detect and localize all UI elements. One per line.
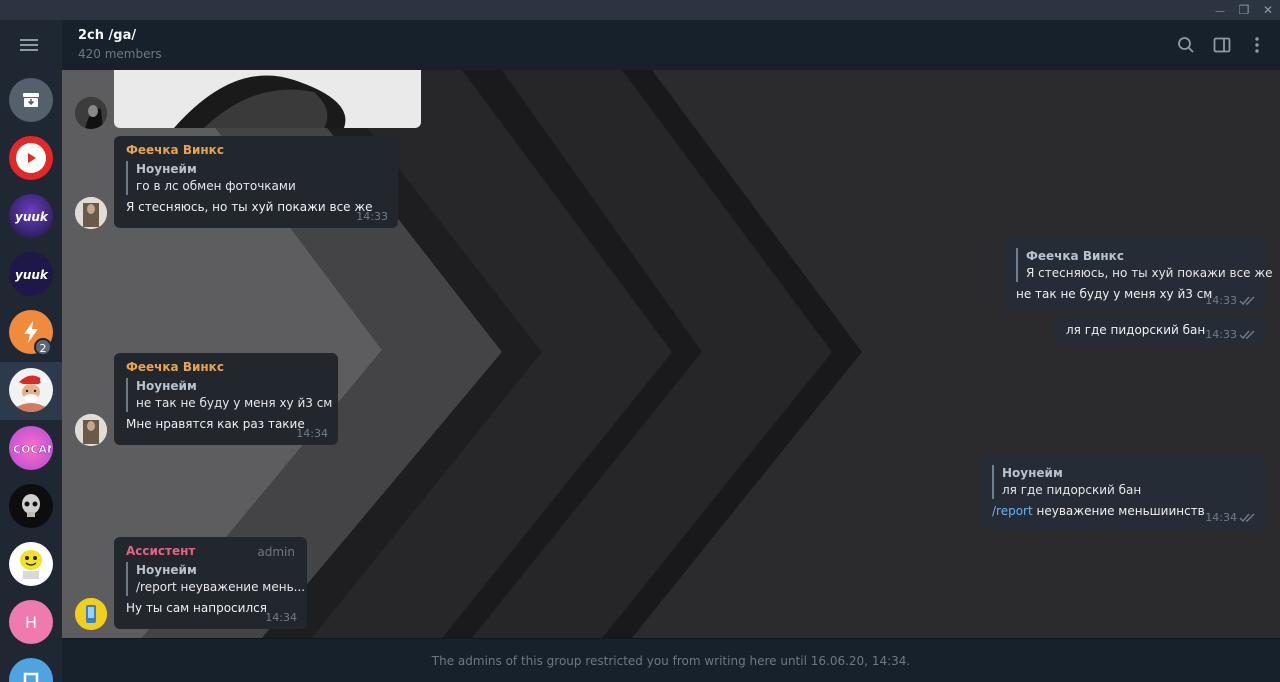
sidebar-chat-skull-chat[interactable] [0, 478, 62, 536]
play-button-avatar-icon [9, 136, 53, 180]
reply-author: Ноунейм [136, 379, 197, 393]
message-bubble-outgoing[interactable]: Ноунейм ля где пидорский бан /report неу… [980, 453, 1265, 529]
chat-list-sidebar: yuuk yuuk 2 COCAN [0, 20, 62, 682]
unread-badge: 2 [34, 338, 52, 356]
sidebar-chat-h-chat[interactable]: H [0, 594, 62, 652]
sidebar-chat-youtube-channel[interactable] [0, 130, 62, 188]
sidebar-chat-lightning-chat[interactable]: 2 [0, 304, 62, 362]
reply-author: Ноунейм [136, 563, 197, 577]
sidebar-chat-yuuk-chat-1[interactable]: yuuk [0, 188, 62, 246]
message-text-body: неуважение меньшиинств [1032, 504, 1205, 518]
restore-icon: ❐ [1238, 3, 1250, 17]
message-bubble-outgoing[interactable]: Феечка Винкс Я стесняюсь, но ты хуй пока… [1004, 236, 1273, 312]
reply-text: го в лс обмен фоточками [136, 179, 296, 193]
restore-button[interactable]: ❐ [1232, 0, 1256, 20]
members-count: 420 members [78, 47, 162, 61]
sender-avatar[interactable] [75, 598, 107, 630]
svg-text:yuuk: yuuk [15, 268, 49, 282]
photo-message[interactable] [114, 70, 421, 128]
cocan-logo-avatar-icon: COCAN [9, 426, 53, 470]
minimize-icon: — [1215, 6, 1225, 17]
message-bubble-outgoing[interactable]: ля где пидорский бан 14:33 [1054, 316, 1265, 346]
message-time: 14:34 [265, 611, 297, 624]
letter-avatar: H [9, 600, 53, 644]
message-time: 14:34 [1205, 511, 1237, 524]
message-time: 14:33 [356, 210, 388, 223]
message-time: 14:34 [296, 427, 328, 440]
reply-quote[interactable]: Ноунейм /report неуважение мень... [126, 562, 306, 596]
hamburger-menu-icon[interactable] [20, 37, 40, 53]
sidebar-chat-yellow-chat[interactable] [0, 536, 62, 594]
reply-quote[interactable]: Феечка Винкс Я стесняюсь, но ты хуй пока… [1016, 248, 1273, 282]
chat-header[interactable]: 2ch /ga/ 420 members [62, 20, 1280, 70]
read-checkmarks-icon [1239, 296, 1255, 306]
admin-badge: admin [257, 545, 295, 559]
more-options-icon[interactable] [1246, 34, 1268, 56]
bot-command-link[interactable]: /report [992, 504, 1033, 518]
svg-text:yuuk: yuuk [15, 210, 49, 224]
reply-text: ля где пидорский бан [1002, 483, 1142, 497]
svg-text:COCAN: COCAN [13, 443, 51, 456]
sidebar-chat-archive[interactable] [0, 72, 62, 130]
yuuk-logo-avatar-icon: yuuk [9, 194, 53, 238]
title-bar: — ❐ ✕ [0, 0, 1280, 20]
santa-wrestler-avatar-icon [9, 368, 53, 412]
minimize-button[interactable]: — [1208, 0, 1232, 20]
skull-avatar-icon [9, 484, 53, 528]
sidebar-chat-2ch-ga[interactable] [0, 362, 62, 420]
message-time: 14:33 [1205, 328, 1237, 341]
close-button[interactable]: ✕ [1256, 0, 1280, 20]
message-text: Я стесняюсь, но ты хуй покажи все же [126, 200, 373, 214]
sidebar-chat-blue-chat[interactable] [0, 652, 62, 682]
sidebar-chat-yuuk-chat-2[interactable]: yuuk [0, 246, 62, 304]
reply-quote[interactable]: Ноунейм го в лс обмен фоточками [126, 161, 386, 195]
reply-text: /report неуважение мень... [136, 580, 306, 594]
sender-avatar[interactable] [75, 197, 107, 229]
reply-author: Ноунейм [1002, 466, 1063, 480]
yuuk-logo-avatar-icon: yuuk [9, 252, 53, 296]
blue-square-avatar-icon [9, 658, 53, 682]
sidebar-chat-cocan-chat[interactable]: COCAN [0, 420, 62, 478]
message-bubble[interactable]: Феечка Винкс Ноунейм го в лс обмен фоточ… [114, 136, 398, 228]
reply-text: не так не буду у меня ху й3 см [136, 396, 333, 410]
message-time: 14:33 [1205, 294, 1237, 307]
reply-text: Я стесняюсь, но ты хуй покажи все же [1026, 266, 1273, 280]
chat-title: 2ch /ga/ [78, 28, 137, 43]
restricted-composer: The admins of this group restricted you … [62, 638, 1280, 682]
archive-icon [9, 78, 53, 122]
message-bubble[interactable]: Ассистент admin Ноунейм /report неуважен… [114, 537, 307, 629]
restriction-notice: The admins of this group restricted you … [431, 654, 911, 668]
reply-author: Феечка Винкс [1026, 249, 1124, 263]
reply-quote[interactable]: Ноунейм не так не буду у меня ху й3 см [126, 378, 333, 412]
reply-author: Ноунейм [136, 162, 197, 176]
sidebar-toggle-icon[interactable] [1211, 34, 1233, 56]
close-icon: ✕ [1262, 3, 1274, 17]
sender-name[interactable]: Феечка Винкс [126, 142, 386, 158]
message-bubble[interactable]: Феечка Винкс Ноунейм не так не буду у ме… [114, 353, 338, 445]
sender-avatar[interactable] [75, 97, 107, 129]
read-checkmarks-icon [1239, 330, 1255, 340]
read-checkmarks-icon [1239, 513, 1255, 523]
telegram-window: — ❐ ✕ yuuk yuuk 2 COCA H 2ch /ga/ 420 me… [0, 0, 1280, 682]
sender-avatar[interactable] [75, 414, 107, 446]
message-list[interactable]: Феечка Винкс Ноунейм го в лс обмен фоточ… [62, 70, 1280, 638]
yellow-character-avatar-icon [9, 542, 53, 586]
sender-name[interactable]: Феечка Винкс [126, 359, 326, 375]
search-icon[interactable] [1175, 34, 1197, 56]
reply-quote[interactable]: Ноунейм ля где пидорский бан [992, 465, 1253, 499]
